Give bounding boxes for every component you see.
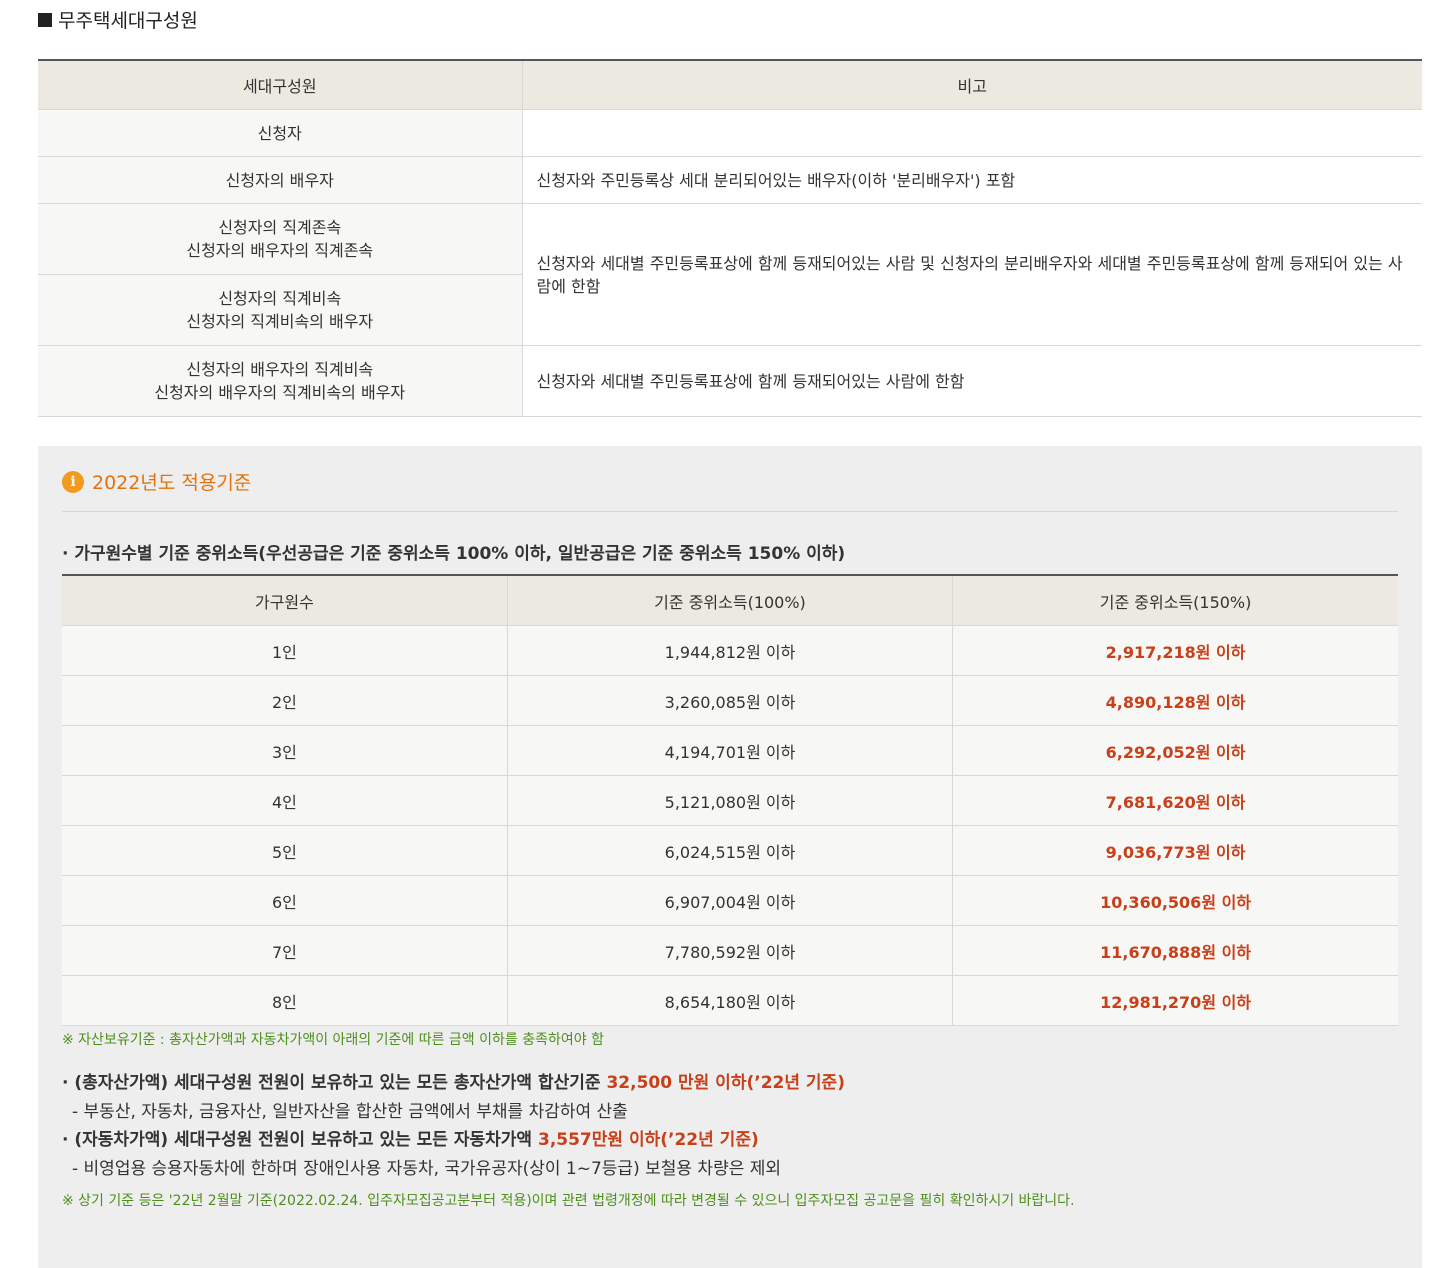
- income-150-cell: 9,036,773원 이하: [952, 825, 1398, 876]
- total-asset-value: 32,500 만원 이하(’22년 기준): [606, 1073, 845, 1093]
- total-asset-text: · (총자산가액) 세대구성원 전원이 보유하고 있는 모든 총자산가액 합산기…: [62, 1073, 607, 1093]
- table-row: 8인 8,654,180원 이하 12,981,270원 이하: [62, 975, 1398, 1026]
- income-100-cell: 6,024,515원 이하: [506, 825, 953, 876]
- total-asset-line: · (총자산가액) 세대구성원 전원이 보유하고 있는 모든 총자산가액 합산기…: [62, 1068, 845, 1093]
- income-100-cell: 1,944,812원 이하: [506, 625, 953, 676]
- member-cell: 신청자의 배우자의 직계비속 신청자의 배우자의 직계비속의 배우자: [38, 345, 523, 417]
- member-cell: 신청자: [38, 109, 523, 157]
- income-150-cell: 6,292,052원 이하: [952, 725, 1398, 776]
- note-cell: 신청자와 세대별 주민등록표상에 함께 등재되어있는 사람에 한함: [522, 345, 1422, 417]
- household-size-cell: 6인: [62, 875, 508, 926]
- household-size-cell: 8인: [62, 975, 508, 1026]
- income-100-cell: 3,260,085원 이하: [506, 675, 953, 726]
- income-150-cell: 12,981,270원 이하: [952, 975, 1398, 1026]
- household-size-cell: 3인: [62, 725, 508, 776]
- income-100-cell: 8,654,180원 이하: [506, 975, 953, 1026]
- note-cell: 신청자와 주민등록상 세대 분리되어있는 배우자(이하 '분리배우자') 포함: [522, 156, 1422, 204]
- square-bullet-icon: [38, 12, 52, 27]
- table-row: 1인 1,944,812원 이하 2,917,218원 이하: [62, 625, 1398, 676]
- household-size-cell: 4인: [62, 775, 508, 826]
- household-size-cell: 1인: [62, 625, 508, 676]
- table-row: 4인 5,121,080원 이하 7,681,620원 이하: [62, 775, 1398, 826]
- income-100-cell: 7,780,592원 이하: [506, 925, 953, 976]
- total-asset-sub: - 부동산, 자동차, 금융자산, 일반자산을 합산한 금액에서 부채를 차감하…: [72, 1102, 628, 1122]
- income-150-cell: 2,917,218원 이하: [952, 625, 1398, 676]
- income-150-cell: 10,360,506원 이하: [952, 875, 1398, 926]
- income-100-cell: 5,121,080원 이하: [506, 775, 953, 826]
- car-asset-sub: - 비영업용 승용자동차에 한하며 장애인사용 자동차, 국가유공자(상이 1~…: [72, 1159, 782, 1179]
- info-title: 2022년도 적용기준: [92, 472, 252, 494]
- info-icon: i: [62, 470, 84, 493]
- table-row: 신청자의 배우자의 직계비속 신청자의 배우자의 직계비속의 배우자 신청자와 …: [38, 345, 1422, 417]
- income-150-cell: 11,670,888원 이하: [952, 925, 1398, 976]
- car-asset-text: · (자동차가액) 세대구성원 전원이 보유하고 있는 모든 자동차가액: [62, 1130, 538, 1150]
- household-size-cell: 2인: [62, 675, 508, 726]
- table-row: 2인 3,260,085원 이하 4,890,128원 이하: [62, 675, 1398, 726]
- income-header-household: 가구원수: [62, 574, 508, 626]
- table-row: 7인 7,780,592원 이하 11,670,888원 이하: [62, 925, 1398, 976]
- income-heading: · 가구원수별 기준 중위소득(우선공급은 기준 중위소득 100% 이하, 일…: [62, 544, 846, 564]
- info-heading: i 2022년도 적용기준: [62, 468, 251, 495]
- footer-note: ※ 상기 기준 등은 '22년 2월말 기준(2022.02.24. 입주자모집…: [62, 1193, 1075, 1209]
- member-cell: 신청자의 배우자: [38, 156, 523, 204]
- income-header-100: 기준 중위소득(100%): [506, 574, 953, 626]
- car-asset-value: 3,557만원 이하(’22년 기준): [537, 1130, 759, 1150]
- members-header-member: 세대구성원: [38, 59, 522, 110]
- median-income-table: 가구원수 기준 중위소득(100%) 기준 중위소득(150%) 1인 1,944…: [62, 574, 1398, 1026]
- asset-criteria-note: ※ 자산보유기준 : 총자산가액과 자동차가액이 아래의 기준에 따른 금액 이…: [62, 1032, 604, 1048]
- table-row: 신청자: [38, 109, 1422, 157]
- table-row: 신청자의 배우자 신청자와 주민등록상 세대 분리되어있는 배우자(이하 '분리…: [38, 156, 1422, 204]
- income-header-150: 기준 중위소득(150%): [952, 574, 1398, 626]
- household-members-table: 세대구성원 비고 신청자 신청자의 배우자 신청자와 주민등록상 세대 분리되어…: [38, 59, 1422, 417]
- table-row: 5인 6,024,515원 이하 9,036,773원 이하: [62, 825, 1398, 876]
- note-cell: [522, 109, 1422, 157]
- table-row: 신청자의 직계존속 신청자의 배우자의 직계존속 신청자와 세대별 주민등록표상…: [38, 203, 1422, 346]
- criteria-info-box: i 2022년도 적용기준 · 가구원수별 기준 중위소득(우선공급은 기준 중…: [38, 446, 1422, 1268]
- household-size-cell: 5인: [62, 825, 508, 876]
- member-cell: 신청자의 직계비속 신청자의 직계비속의 배우자: [38, 274, 523, 346]
- section-title: 무주택세대구성원: [38, 6, 198, 33]
- member-cell: 신청자의 직계존속 신청자의 배우자의 직계존속: [38, 203, 523, 275]
- members-header-note: 비고: [521, 59, 1422, 110]
- car-asset-line: · (자동차가액) 세대구성원 전원이 보유하고 있는 모든 자동차가액 3,5…: [62, 1125, 759, 1150]
- income-100-cell: 4,194,701원 이하: [506, 725, 953, 776]
- income-150-cell: 4,890,128원 이하: [952, 675, 1398, 726]
- divider: [62, 511, 1398, 512]
- table-row: 6인 6,907,004원 이하 10,360,506원 이하: [62, 875, 1398, 926]
- household-size-cell: 7인: [62, 925, 508, 976]
- table-row: 3인 4,194,701원 이하 6,292,052원 이하: [62, 725, 1398, 776]
- section-title-text: 무주택세대구성원: [58, 10, 198, 32]
- income-100-cell: 6,907,004원 이하: [506, 875, 953, 926]
- note-cell: 신청자와 세대별 주민등록표상에 함께 등재되어있는 사람 및 신청자의 분리배…: [522, 203, 1422, 346]
- income-150-cell: 7,681,620원 이하: [952, 775, 1398, 826]
